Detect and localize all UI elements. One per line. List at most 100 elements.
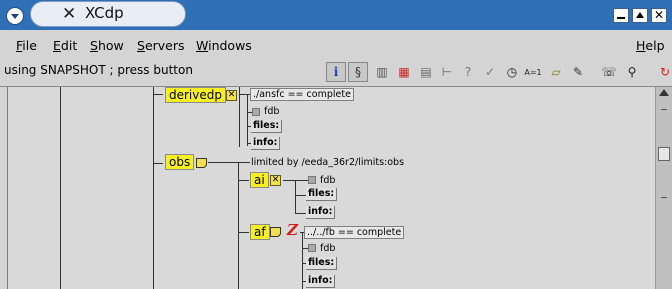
scroll-marker	[661, 109, 667, 110]
table-icon: ▤	[420, 65, 432, 79]
script-button[interactable]: §	[348, 62, 368, 82]
files-label[interactable]: files:	[306, 188, 338, 201]
node-label: af	[254, 225, 266, 239]
help-icon: ?	[464, 65, 472, 79]
tree-line	[153, 87, 154, 289]
tree-line	[295, 180, 296, 214]
menu-edit[interactable]: Edit	[53, 38, 77, 53]
scroll-marker	[661, 197, 667, 198]
node-ai[interactable]: ai	[250, 172, 269, 188]
menu-show[interactable]: Show	[90, 38, 124, 53]
tree-line	[60, 87, 61, 289]
refresh-icon: ↻	[659, 65, 671, 79]
trigger-label: ./ansfc == complete	[250, 88, 354, 101]
maximize-icon	[636, 12, 644, 18]
refresh-button[interactable]: ↻	[655, 62, 672, 82]
edit-note-button[interactable]: ✎	[568, 62, 588, 82]
close-icon: ✕	[654, 8, 665, 22]
files-label[interactable]: files:	[251, 120, 283, 133]
phone-icon: ☏	[601, 65, 617, 79]
chevron-down-icon	[11, 14, 19, 19]
info-label[interactable]: info:	[251, 137, 281, 150]
info-label[interactable]: info:	[306, 206, 336, 219]
menu-file[interactable]: File	[16, 38, 37, 53]
window-title: XCdp	[85, 4, 124, 22]
variable-label: fdb	[320, 243, 336, 254]
menu-bar: File Edit Show Servers Windows Help	[0, 31, 672, 59]
search-button[interactable]: ⚲	[622, 62, 642, 82]
colour-grid-button[interactable]: ▦	[394, 62, 414, 82]
z-icon: Z	[287, 221, 298, 239]
tree-line	[208, 162, 250, 163]
tree-icon: ⊢	[441, 65, 453, 79]
info-label[interactable]: info:	[306, 275, 336, 288]
tree-line	[283, 180, 295, 181]
variable-label: fdb	[320, 175, 336, 186]
note-icon: ▱	[551, 65, 561, 79]
suspended-icon: ✕	[226, 90, 237, 101]
search-icon: ⚲	[627, 65, 637, 79]
tree-pane: derivedp ✕ ./ansfc == complete fdb files…	[0, 86, 672, 289]
phone-button[interactable]: ☏	[599, 62, 619, 82]
vertical-scrollbar[interactable]	[655, 87, 672, 289]
tree-line	[238, 180, 249, 181]
a-equals-1-button[interactable]: A=1	[523, 62, 543, 82]
books-icon: ▥	[376, 65, 388, 79]
left-splitter[interactable]	[0, 87, 8, 289]
scroll-up-icon[interactable]	[659, 89, 669, 96]
tree-canvas: derivedp ✕ ./ansfc == complete fdb files…	[8, 87, 655, 289]
books-button[interactable]: ▥	[372, 62, 392, 82]
minimize-icon	[617, 17, 625, 19]
tree-line	[239, 94, 250, 95]
menu-windows[interactable]: Windows	[196, 38, 252, 53]
script-icon: §	[355, 65, 361, 79]
trigger-label: ../../fb == complete	[304, 226, 405, 239]
limit-label: limited by /eeda_36r2/limits:obs	[251, 157, 405, 168]
toolbar: using SNAPSHOT ; press button i § ▥ ▦ ▤ ⊢? ✓ ◷ A…	[0, 59, 672, 85]
maximize-button[interactable]	[632, 8, 648, 23]
node-af[interactable]: af	[250, 224, 270, 240]
node-label: obs	[169, 155, 191, 169]
colour-grid-icon: ▦	[398, 65, 410, 79]
tree-line	[238, 163, 239, 289]
info-icon: i	[333, 65, 339, 79]
note-icon	[270, 227, 281, 237]
table-button[interactable]: ▤	[416, 62, 436, 82]
help-button[interactable]: ?	[458, 62, 478, 82]
clock-button[interactable]: ◷	[502, 62, 522, 82]
menu-servers[interactable]: Servers	[137, 38, 185, 53]
note-button[interactable]: ▱	[546, 62, 566, 82]
files-label[interactable]: files:	[306, 257, 338, 270]
x-logo-icon: ✕	[62, 4, 77, 24]
node-obs[interactable]: obs	[165, 154, 195, 170]
tree-line	[247, 94, 248, 146]
variable-checkbox[interactable]	[252, 108, 260, 116]
variable-checkbox[interactable]	[308, 244, 316, 252]
node-label: ai	[254, 173, 265, 187]
check-icon: ✓	[484, 65, 496, 79]
tree-line	[238, 232, 249, 233]
status-text: using SNAPSHOT ; press button	[4, 63, 193, 77]
suspended-icon: ✕	[270, 175, 281, 186]
scrollbar-thumb[interactable]	[658, 147, 670, 161]
tree-line	[295, 180, 308, 181]
title-bar: ✕ XCdp ✕	[0, 0, 672, 30]
minimize-button[interactable]	[613, 8, 629, 23]
node-derivedp[interactable]: derivedp	[165, 87, 226, 103]
note-icon	[196, 158, 207, 168]
tree-line	[239, 87, 240, 147]
clock-icon: ◷	[506, 65, 518, 79]
node-label: derivedp	[169, 88, 222, 102]
tree-line	[153, 94, 163, 95]
variable-label: fdb	[264, 106, 280, 117]
close-button[interactable]: ✕	[651, 8, 667, 23]
edit-note-icon: ✎	[572, 65, 584, 79]
window-menu-button[interactable]	[6, 7, 24, 25]
check-button[interactable]: ✓	[480, 62, 500, 82]
info-button[interactable]: i	[326, 62, 346, 82]
menu-help[interactable]: Help	[636, 38, 665, 53]
tree-button[interactable]: ⊢	[437, 62, 457, 82]
variable-checkbox[interactable]	[308, 176, 316, 184]
tree-line	[153, 163, 163, 164]
a-equals-1-icon: A=1	[524, 67, 542, 77]
